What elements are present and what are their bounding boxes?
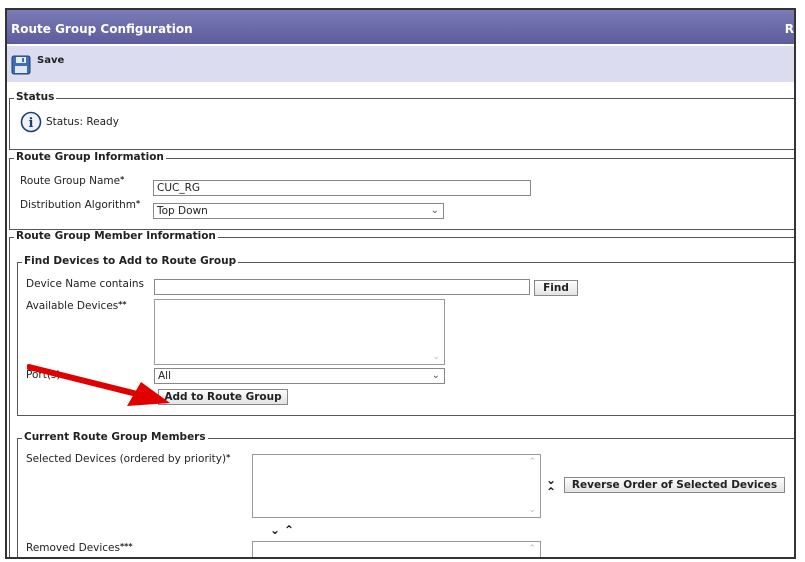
member-info-legend: Route Group Member Information (14, 230, 218, 242)
device-name-label: Device Name contains (26, 278, 145, 290)
ports-select[interactable]: All ⌄ (154, 368, 445, 384)
status-section: Status i Status: Ready (9, 91, 794, 150)
status-legend: Status (14, 91, 57, 103)
remove-down-icon[interactable]: ⌄ (270, 524, 280, 536)
save-label: Save (37, 54, 65, 66)
scroll-down-icon[interactable]: ⌄ (432, 352, 440, 362)
distribution-algorithm-select[interactable]: Top Down ⌄ (153, 203, 444, 219)
chevron-down-icon: ⌄ (431, 370, 440, 381)
move-up-icon[interactable]: ⌃ (546, 486, 556, 498)
chevron-down-icon: ⌄ (430, 205, 439, 216)
distribution-algorithm-label: Distribution Algorithm* (20, 199, 141, 211)
route-group-info-section: Route Group Information Route Group Name… (9, 151, 794, 230)
current-members-legend: Current Route Group Members (22, 431, 208, 443)
route-group-info-legend: Route Group Information (14, 151, 166, 163)
move-down-icon[interactable]: ⌄ (546, 474, 556, 486)
page-title: Route Group Configuration (11, 22, 193, 36)
restore-up-icon[interactable]: ⌃ (284, 524, 294, 536)
selected-devices-list[interactable]: ⌃ ⌄ (252, 454, 541, 518)
floppy-disk-icon (11, 55, 31, 75)
current-members-section: Current Route Group Members Selected Dev… (17, 431, 794, 557)
removed-devices-list[interactable]: ⌃ (252, 541, 541, 557)
route-group-name-label: Route Group Name* (20, 175, 125, 187)
scroll-up-icon[interactable]: ⌃ (528, 457, 536, 467)
save-button[interactable]: Save (11, 54, 64, 76)
removed-devices-label: Removed Devices*** (26, 542, 133, 554)
find-devices-legend: Find Devices to Add to Route Group (22, 255, 239, 267)
status-text: Status: Ready (46, 116, 119, 128)
red-arrow (27, 364, 170, 406)
app-window: Route Group Configuration R Save Status … (5, 8, 796, 559)
title-bar: Route Group Configuration R (7, 10, 794, 44)
svg-text:i: i (29, 116, 34, 131)
device-name-input[interactable] (154, 279, 530, 295)
route-group-name-input[interactable]: CUC_RG (153, 180, 531, 196)
title-bar-right-text: R (784, 22, 794, 36)
find-button[interactable]: Find (534, 280, 578, 296)
reverse-order-button[interactable]: Reverse Order of Selected Devices (564, 477, 785, 493)
available-devices-list[interactable]: ⌄ (154, 299, 445, 365)
selected-devices-label: Selected Devices (ordered by priority)* (26, 453, 231, 465)
scroll-down-icon[interactable]: ⌄ (528, 505, 536, 515)
info-icon: i (20, 111, 42, 133)
available-devices-label: Available Devices** (26, 300, 127, 312)
scroll-up-icon[interactable]: ⌃ (528, 544, 536, 554)
add-to-route-group-button[interactable]: Add to Route Group (158, 389, 288, 405)
toolbar: Save (7, 46, 794, 82)
